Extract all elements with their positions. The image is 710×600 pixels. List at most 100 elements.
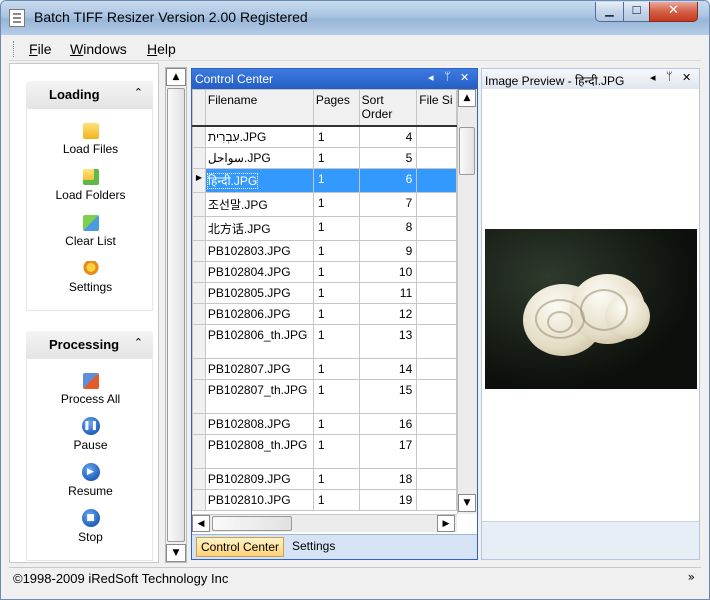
row-selector[interactable] [192, 215, 206, 241]
cell-file-size[interactable] [416, 215, 457, 241]
cell-file-size[interactable] [416, 378, 457, 414]
table-row[interactable]: PB102807_th.JPG 1 15 [192, 378, 457, 414]
cell-pages[interactable]: 1 [312, 167, 360, 193]
cell-sort-order[interactable]: 17 [358, 433, 418, 469]
cell-sort-order[interactable]: 11 [358, 281, 418, 304]
cell-file-size[interactable] [416, 146, 457, 169]
column-header-filename[interactable]: Filename [204, 89, 314, 127]
column-header-file-size[interactable]: File Si [416, 89, 457, 127]
cell-pages[interactable]: 1 [312, 323, 360, 359]
row-selector[interactable] [192, 191, 206, 217]
cell-sort-order[interactable]: 12 [358, 302, 418, 325]
table-row[interactable]: עִבְרִית.JPG 1 4 [192, 125, 457, 148]
pane-menu-icon[interactable]: ◂ [428, 71, 434, 84]
cell-sort-order[interactable]: 4 [358, 125, 418, 148]
pane-menu-icon[interactable]: ◂ [650, 71, 656, 84]
cell-filename[interactable]: PB102806.JPG [204, 302, 314, 325]
close-icon[interactable]: ✕ [460, 71, 469, 84]
table-row[interactable]: PB102808.JPG 1 16 [192, 412, 457, 435]
cell-pages[interactable]: 1 [312, 302, 360, 325]
cell-filename[interactable]: PB102810.JPG [204, 488, 314, 511]
column-header-pages[interactable]: Pages [312, 89, 360, 127]
resume-button[interactable]: ▶ Resume [27, 463, 154, 498]
cell-sort-order[interactable]: 18 [358, 467, 418, 490]
cell-file-size[interactable] [416, 357, 457, 380]
scroll-down-button[interactable]: ▼ [166, 544, 186, 562]
menu-help[interactable]: Help [147, 41, 176, 57]
cell-sort-order[interactable]: 9 [358, 239, 418, 262]
load-files-button[interactable]: Load Files [27, 123, 154, 156]
scroll-thumb[interactable] [167, 88, 185, 542]
row-selector[interactable] [192, 323, 206, 359]
collapse-icon[interactable]: ⌃ [134, 336, 143, 349]
scroll-left-button[interactable]: ◀ [192, 515, 210, 532]
tab-settings[interactable]: Settings [288, 537, 339, 557]
pin-icon[interactable]: ᛘ [444, 71, 451, 83]
collapse-icon[interactable]: ⌃ [134, 86, 143, 99]
control-center-title-bar[interactable]: Control Center ◂ ᛘ ✕ [192, 69, 477, 89]
maximize-button[interactable]: ☐ [623, 2, 650, 22]
cell-pages[interactable]: 1 [312, 378, 360, 414]
cell-file-size[interactable] [416, 281, 457, 304]
menu-file[interactable]: File [29, 41, 52, 57]
row-selector[interactable] [192, 239, 206, 262]
table-row[interactable]: PB102807.JPG 1 14 [192, 357, 457, 380]
load-folders-button[interactable]: Load Folders [27, 169, 154, 202]
loading-group-header[interactable]: Loading ⌃ [26, 81, 153, 109]
pin-icon[interactable]: ᛘ [666, 71, 673, 83]
table-row[interactable]: ▶ हिन्दी.JPG 1 6 [192, 167, 457, 193]
row-selector[interactable] [192, 488, 206, 511]
cell-filename[interactable]: PB102808_th.JPG [204, 433, 314, 469]
row-selector[interactable] [192, 433, 206, 469]
row-selector[interactable] [192, 357, 206, 380]
cell-pages[interactable]: 1 [312, 357, 360, 380]
cell-filename[interactable]: PB102805.JPG [204, 281, 314, 304]
row-selector[interactable] [192, 146, 206, 169]
cell-pages[interactable]: 1 [312, 215, 360, 241]
grid-horizontal-scrollbar[interactable]: ◀ ▶ [192, 514, 457, 532]
table-row[interactable]: PB102803.JPG 1 9 [192, 239, 457, 262]
row-selector[interactable] [192, 281, 206, 304]
cell-pages[interactable]: 1 [312, 125, 360, 148]
cell-sort-order[interactable]: 6 [358, 167, 418, 193]
row-selector[interactable] [192, 412, 206, 435]
cell-sort-order[interactable]: 14 [358, 357, 418, 380]
cell-sort-order[interactable]: 15 [358, 378, 418, 414]
row-selector[interactable] [192, 125, 206, 148]
task-panel-scrollbar[interactable]: ▲ ▼ [165, 67, 187, 563]
cell-file-size[interactable] [416, 412, 457, 435]
cell-pages[interactable]: 1 [312, 467, 360, 490]
cell-sort-order[interactable]: 16 [358, 412, 418, 435]
cell-file-size[interactable] [416, 488, 457, 511]
cell-file-size[interactable] [416, 239, 457, 262]
row-selector[interactable] [192, 467, 206, 490]
scroll-up-button[interactable]: ▲ [166, 68, 186, 86]
table-row[interactable]: 조선말.JPG 1 7 [192, 191, 457, 217]
cell-sort-order[interactable]: 8 [358, 215, 418, 241]
cell-file-size[interactable] [416, 302, 457, 325]
cell-file-size[interactable] [416, 323, 457, 359]
scroll-thumb[interactable] [459, 127, 475, 175]
table-row[interactable]: PB102804.JPG 1 10 [192, 260, 457, 283]
cell-sort-order[interactable]: 10 [358, 260, 418, 283]
table-row[interactable]: 北方话.JPG 1 8 [192, 215, 457, 241]
cell-file-size[interactable] [416, 467, 457, 490]
table-row[interactable]: PB102809.JPG 1 18 [192, 467, 457, 490]
cell-filename[interactable]: PB102808.JPG [204, 412, 314, 435]
stop-button[interactable]: ■ Stop [27, 509, 154, 544]
title-bar[interactable]: Batch TIFF Resizer Version 2.00 Register… [1, 1, 709, 35]
cell-file-size[interactable] [416, 260, 457, 283]
cell-sort-order[interactable]: 19 [358, 488, 418, 511]
column-header-sort-order[interactable]: Sort Order [358, 89, 418, 127]
scroll-thumb[interactable] [212, 516, 292, 531]
table-row[interactable]: PB102808_th.JPG 1 17 [192, 433, 457, 469]
cell-pages[interactable]: 1 [312, 412, 360, 435]
cell-sort-order[interactable]: 13 [358, 323, 418, 359]
clear-list-button[interactable]: Clear List [27, 215, 154, 248]
cell-file-size[interactable] [416, 167, 457, 193]
table-row[interactable]: سواحل.JPG 1 5 [192, 146, 457, 169]
cell-pages[interactable]: 1 [312, 146, 360, 169]
scroll-right-button[interactable]: ▶ [437, 515, 455, 532]
cell-filename[interactable]: سواحل.JPG [204, 146, 314, 169]
row-selector[interactable] [192, 260, 206, 283]
